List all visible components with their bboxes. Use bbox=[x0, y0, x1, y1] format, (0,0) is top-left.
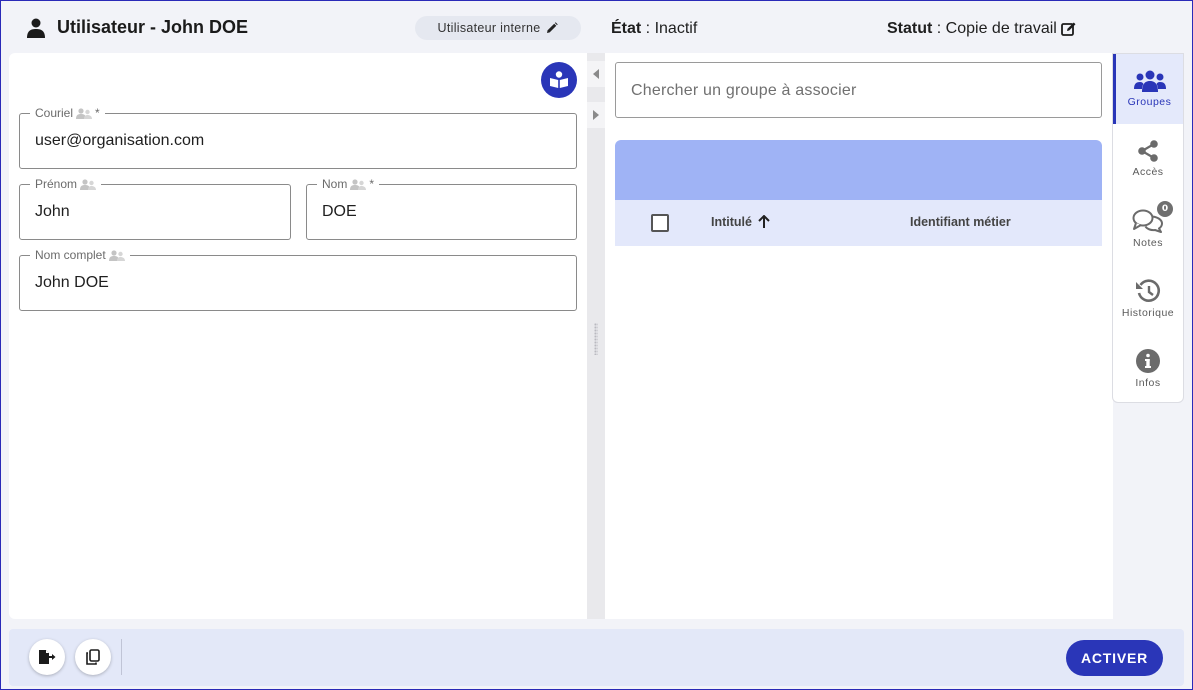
status-label: Statut bbox=[887, 20, 933, 37]
email-input[interactable]: user@organisation.com bbox=[35, 132, 204, 150]
column-intitule[interactable]: Intitulé bbox=[711, 215, 770, 229]
first-name-legend: Prénom bbox=[30, 177, 102, 191]
history-icon bbox=[1136, 279, 1161, 302]
page-header: Utilisateur - John DOE Utilisateur inter… bbox=[1, 1, 1192, 53]
group-search-placeholder: Chercher un groupe à associer bbox=[631, 82, 857, 99]
tab-historique[interactable]: Historique bbox=[1113, 264, 1183, 334]
full-name-legend: Nom complet bbox=[30, 248, 130, 262]
required-mark: * bbox=[95, 106, 100, 120]
tab-notes[interactable]: 0 Notes bbox=[1113, 194, 1183, 264]
sort-ascending-icon bbox=[758, 215, 770, 228]
tab-groupes-label: Groupes bbox=[1127, 96, 1172, 108]
side-tabs: Groupes Accès 0 Notes Historique Infos bbox=[1112, 53, 1184, 403]
collapse-right-button[interactable] bbox=[587, 102, 605, 128]
email-legend: Couriel * bbox=[30, 106, 105, 120]
last-name-legend: Nom * bbox=[317, 177, 380, 191]
required-mark: * bbox=[369, 177, 375, 191]
full-name-field[interactable]: Nom complet John DOE bbox=[19, 248, 577, 311]
select-all-checkbox[interactable] bbox=[651, 214, 669, 232]
first-name-field[interactable]: Prénom John bbox=[19, 177, 291, 240]
last-name-input[interactable]: DOE bbox=[322, 203, 357, 221]
duplicate-button[interactable] bbox=[75, 639, 111, 675]
user-icon bbox=[27, 18, 45, 38]
info-icon bbox=[1136, 349, 1160, 373]
users-icon bbox=[1133, 70, 1166, 92]
state-indicator: État : Inactif bbox=[611, 20, 697, 38]
action-bar: ACTIVER bbox=[9, 629, 1184, 686]
edit-icon[interactable] bbox=[1060, 21, 1077, 37]
tab-notes-label: Notes bbox=[1133, 237, 1163, 249]
notes-count-badge: 0 bbox=[1157, 201, 1173, 217]
email-field[interactable]: Couriel * user@organisation.com bbox=[19, 106, 577, 169]
user-type-label: Utilisateur interne bbox=[437, 21, 541, 35]
last-name-label: Nom bbox=[322, 177, 348, 191]
full-name-input[interactable]: John DOE bbox=[35, 274, 109, 292]
column-identifiant[interactable]: Identifiant métier bbox=[910, 215, 1011, 229]
caret-right-icon bbox=[593, 110, 599, 120]
collapse-left-button[interactable] bbox=[587, 61, 605, 87]
tab-acces-label: Accès bbox=[1132, 166, 1164, 178]
first-name-label: Prénom bbox=[35, 177, 78, 191]
tab-groupes[interactable]: Groupes bbox=[1113, 54, 1183, 124]
status-indicator: Statut : Copie de travail bbox=[887, 20, 1077, 38]
export-button[interactable] bbox=[29, 639, 65, 675]
caret-left-icon bbox=[593, 69, 599, 79]
status-value: : Copie de travail bbox=[932, 20, 1057, 37]
help-book-button[interactable] bbox=[541, 62, 577, 98]
tab-historique-label: Historique bbox=[1121, 307, 1175, 319]
tab-infos[interactable]: Infos bbox=[1113, 334, 1183, 404]
activate-button[interactable]: ACTIVER bbox=[1066, 640, 1163, 676]
splitter-grip[interactable] bbox=[594, 323, 598, 355]
state-value: : Inactif bbox=[641, 20, 698, 37]
column-intitule-label: Intitulé bbox=[711, 215, 752, 229]
last-name-field[interactable]: Nom * DOE bbox=[306, 177, 577, 240]
user-group-icon bbox=[80, 178, 97, 190]
groups-panel: Chercher un groupe à associer Intitulé I… bbox=[605, 53, 1113, 619]
first-name-input[interactable]: John bbox=[35, 203, 70, 221]
share-icon bbox=[1138, 140, 1158, 162]
pencil-icon bbox=[547, 22, 559, 33]
user-form-panel: Couriel * user@organisation.com Prénom J… bbox=[9, 53, 587, 619]
group-search-input[interactable]: Chercher un groupe à associer bbox=[615, 62, 1102, 118]
email-label: Couriel bbox=[35, 106, 74, 120]
tab-acces[interactable]: Accès bbox=[1113, 124, 1183, 194]
copy-icon bbox=[86, 649, 100, 665]
user-type-chip[interactable]: Utilisateur interne bbox=[415, 16, 581, 40]
tab-infos-label: Infos bbox=[1135, 377, 1161, 389]
app-frame: Utilisateur - John DOE Utilisateur inter… bbox=[0, 0, 1193, 690]
user-group-icon bbox=[108, 249, 125, 261]
action-separator bbox=[121, 639, 122, 675]
page-title: Utilisateur - John DOE bbox=[57, 17, 249, 37]
file-export-icon bbox=[39, 650, 56, 664]
user-group-icon bbox=[350, 178, 367, 190]
full-name-label: Nom complet bbox=[35, 248, 106, 262]
book-reader-icon bbox=[550, 71, 568, 88]
groups-table-banner bbox=[615, 140, 1102, 200]
user-group-icon bbox=[76, 107, 93, 119]
groups-table-header: Intitulé Identifiant métier bbox=[615, 200, 1102, 246]
state-label: État bbox=[611, 20, 642, 37]
